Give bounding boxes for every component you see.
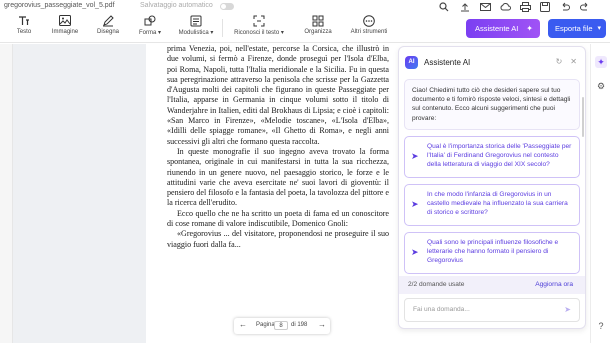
suggestion-card[interactable]: ➤ Quali sono le principali influenze fil… bbox=[404, 231, 580, 274]
suggestion-card[interactable]: ➤ In che modo l'infanzia di Gregorovius … bbox=[404, 183, 580, 226]
upgrade-link[interactable]: Aggiorna ora bbox=[535, 276, 573, 294]
tool-image[interactable]: Immagine bbox=[48, 15, 82, 41]
page-number-input[interactable]: 8 bbox=[274, 321, 288, 330]
autosave-label: Salvataggio automatico bbox=[140, 2, 213, 9]
tool-image-label: Immagine bbox=[51, 29, 79, 35]
tool-organize[interactable]: Organizza bbox=[301, 15, 335, 41]
ai-panel-header: AI Assistente AI ↻ ✕ bbox=[399, 47, 585, 77]
suggestion-text: In che modo l'infanzia di Gregorovius in… bbox=[427, 190, 568, 217]
shape-icon bbox=[133, 15, 167, 29]
tool-shape[interactable]: Forma ▾ bbox=[133, 15, 167, 41]
text-icon bbox=[12, 15, 36, 29]
export-button[interactable]: Esporta file ▾ bbox=[548, 19, 606, 38]
ai-sidebar-icon[interactable]: ✦ bbox=[595, 56, 607, 68]
cloud-icon[interactable] bbox=[500, 2, 511, 16]
export-button-label: Esporta file bbox=[555, 24, 593, 33]
form-icon bbox=[173, 15, 219, 29]
scrollbar[interactable] bbox=[582, 97, 584, 137]
toolbar-divider bbox=[222, 19, 223, 37]
suggestion-card[interactable]: ➤ Qual è l'importanza storica delle 'Pas… bbox=[404, 135, 580, 178]
tool-ocr-label: Riconosci il testo ▾ bbox=[234, 30, 284, 36]
right-sidebar: ✦ ⚙ ? bbox=[590, 44, 610, 343]
tool-forms-label: Modulistica ▾ bbox=[178, 30, 214, 36]
pencil-icon bbox=[94, 15, 122, 29]
tool-more-label: Altri strumenti bbox=[350, 29, 388, 35]
search-icon[interactable] bbox=[439, 2, 449, 16]
previous-page-icon[interactable]: ← bbox=[239, 320, 247, 329]
refresh-icon[interactable]: ↻ bbox=[556, 57, 563, 66]
ask-placeholder: Fai una domanda... bbox=[413, 306, 470, 313]
title-bar: gregorovius_passeggiate_vol_5.pdf Salvat… bbox=[0, 0, 610, 13]
next-page-icon[interactable]: → bbox=[318, 320, 326, 329]
paragraph: Ecco quello che ne ha scritto un poeta d… bbox=[167, 208, 389, 229]
tool-text[interactable]: Testo bbox=[12, 15, 36, 41]
ask-question-input[interactable]: Fai una domanda... ➤ bbox=[404, 298, 580, 322]
tool-organize-label: Organizza bbox=[304, 29, 332, 35]
ai-panel-title: Assistente AI bbox=[424, 58, 471, 67]
save-icon[interactable] bbox=[540, 2, 550, 16]
ai-assistant-button[interactable]: Assistente AI ✦ bbox=[466, 19, 540, 38]
ocr-icon bbox=[228, 15, 290, 29]
mail-icon[interactable] bbox=[480, 2, 491, 16]
help-icon[interactable]: ? bbox=[595, 320, 607, 332]
organize-icon bbox=[301, 15, 335, 29]
tool-more[interactable]: Altri strumenti bbox=[346, 15, 392, 41]
page-total: di 198 bbox=[291, 322, 308, 328]
ai-intro-message: Ciao! Chiedimi tutto ciò che desideri sa… bbox=[404, 79, 580, 130]
ai-logo: AI bbox=[405, 56, 418, 69]
paragraph: In queste monografie il suo ingegno avev… bbox=[167, 146, 389, 208]
settings-icon[interactable]: ⚙ bbox=[595, 80, 607, 92]
sparkle-icon: ✦ bbox=[526, 24, 533, 33]
ai-assistant-button-label: Assistente AI bbox=[475, 24, 519, 33]
close-icon[interactable]: ✕ bbox=[570, 57, 577, 66]
send-icon: ➤ bbox=[411, 150, 419, 161]
page-label: Pagina bbox=[256, 322, 275, 328]
tool-draw[interactable]: Disegna bbox=[94, 15, 122, 41]
tool-ocr[interactable]: Riconosci il testo ▾ bbox=[228, 15, 290, 41]
image-icon bbox=[48, 15, 82, 29]
document-text[interactable]: prima Venezia, poi, nell'estate, percors… bbox=[167, 44, 389, 250]
ai-panel-actions: ↻ ✕ bbox=[548, 57, 577, 66]
usage-count: 2/2 domande usate bbox=[408, 281, 465, 288]
file-name: gregorovius_passeggiate_vol_5.pdf bbox=[4, 2, 115, 9]
ai-conversation[interactable]: Ciao! Chiedimi tutto ciò che desideri sa… bbox=[404, 79, 580, 289]
paragraph: prima Venezia, poi, nell'estate, percors… bbox=[167, 44, 389, 146]
redo-icon[interactable] bbox=[580, 2, 590, 16]
left-sidebar bbox=[0, 44, 13, 343]
suggestion-text: Quali sono le principali influenze filos… bbox=[427, 238, 559, 265]
autosave-toggle[interactable] bbox=[220, 3, 234, 10]
suggestion-text: Qual è l'importanza storica delle 'Passe… bbox=[427, 142, 572, 169]
send-icon: ➤ bbox=[411, 198, 419, 209]
paragraph: «Gregorovius ... del visitatore, propone… bbox=[167, 229, 389, 249]
usage-bar: 2/2 domande usate Aggiorna ora bbox=[399, 276, 585, 294]
undo-icon[interactable] bbox=[560, 2, 570, 16]
tool-text-label: Testo bbox=[16, 29, 32, 35]
page-navigator: ← Pagina 8 di 198 → bbox=[234, 318, 330, 334]
print-icon[interactable] bbox=[520, 2, 531, 16]
tool-shape-label: Forma ▾ bbox=[138, 30, 162, 36]
more-icon bbox=[346, 15, 392, 29]
tool-draw-label: Disegna bbox=[96, 29, 119, 35]
send-icon[interactable]: ➤ bbox=[564, 299, 571, 321]
tool-forms[interactable]: Modulistica ▾ bbox=[173, 15, 219, 41]
send-icon: ➤ bbox=[411, 246, 419, 257]
upload-icon[interactable] bbox=[460, 2, 470, 16]
chevron-down-icon: ▾ bbox=[597, 25, 601, 32]
